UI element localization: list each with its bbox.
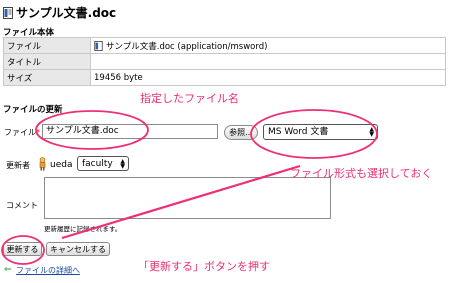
format-highlight-ellipse [250, 109, 378, 159]
annotation-overlay [1, 109, 378, 265]
filename-highlight-ellipse [35, 110, 149, 150]
pointer-line [61, 164, 301, 240]
update-button-highlight-ellipse [1, 235, 45, 265]
